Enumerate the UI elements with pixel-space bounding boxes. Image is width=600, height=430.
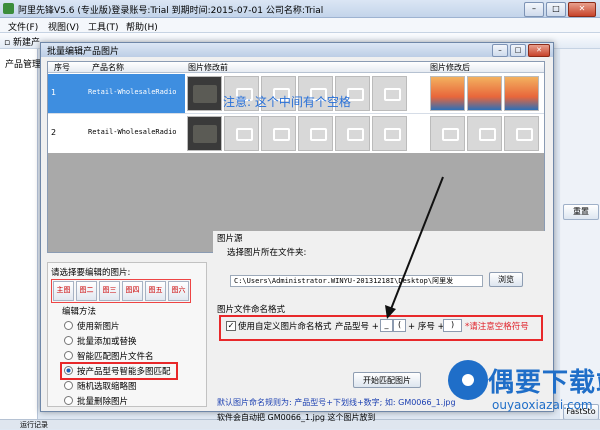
- placeholder-thumbnail[interactable]: [372, 76, 407, 111]
- placeholder-thumbnail[interactable]: [298, 116, 333, 151]
- custom-format-label: 使用自定义图片命名格式: [238, 322, 332, 332]
- app-icon: [3, 3, 14, 14]
- image-3-button[interactable]: 图三: [99, 281, 120, 301]
- image-select-panel: 请选择要编辑的图片: 主图 图二 图三 图四 图五 图六 编辑方法 使用新图片 …: [47, 262, 207, 407]
- highlight-box: [60, 362, 178, 380]
- col-name: 产品名称: [92, 63, 124, 72]
- main-image-button[interactable]: 主图: [53, 281, 74, 301]
- menu-file[interactable]: 文件(F): [8, 20, 38, 33]
- placeholder-thumbnail[interactable]: [224, 116, 259, 151]
- menu-tools[interactable]: 工具(T): [88, 20, 119, 33]
- menu-help[interactable]: 帮助(H): [126, 20, 158, 33]
- method-label: 编辑方法: [62, 307, 97, 317]
- open-paren-input[interactable]: (: [393, 319, 406, 332]
- photo-thumbnail[interactable]: [504, 76, 539, 111]
- select-title: 请选择要编辑的图片:: [51, 268, 131, 278]
- placeholder-thumbnail[interactable]: [335, 116, 370, 151]
- product-manage-label: 产品管理: [5, 60, 42, 70]
- menu-view[interactable]: 视图(V): [48, 20, 79, 33]
- start-match-button[interactable]: 开始匹配图片: [353, 372, 421, 388]
- placeholder-thumbnail[interactable]: [430, 116, 465, 151]
- space-note: 注意: 这个中间有个空格: [223, 95, 351, 109]
- new-product-label: 新建产: [12, 38, 40, 48]
- radio-thumbnail[interactable]: [187, 116, 222, 151]
- radio-icon: [64, 381, 73, 390]
- method-new-image[interactable]: 使用新图片: [64, 320, 120, 332]
- watermark-logo-icon: [448, 360, 488, 400]
- menu-bar: 文件(F) 视图(V) 工具(T) 帮助(H): [0, 18, 600, 33]
- close-paren-input[interactable]: ): [443, 319, 462, 332]
- method-batch-add[interactable]: 批量添加或替换: [64, 335, 137, 347]
- close-button[interactable]: ✕: [568, 2, 596, 17]
- watermark-title: 偶要下载站: [488, 368, 600, 398]
- col-num: 序号: [54, 63, 70, 72]
- watermark-url: ouyaoxiazai.com: [492, 398, 593, 412]
- folder-label: 选择图片所在文件夹:: [227, 248, 307, 258]
- placeholder-thumbnail[interactable]: [467, 116, 502, 151]
- dialog-title: 批量编辑产品图片: [47, 47, 120, 57]
- image-2-button[interactable]: 图二: [76, 281, 97, 301]
- model-label: 产品型号 +: [335, 322, 379, 332]
- row-num: 2: [51, 128, 57, 137]
- grid-header: 序号 产品名称 图片修改前 图片修改后: [48, 62, 544, 73]
- dialog-title-bar: 批量编辑产品图片 – □ ✕: [41, 43, 553, 57]
- placeholder-thumbnail[interactable]: [261, 116, 296, 151]
- separator-input[interactable]: _: [380, 319, 393, 332]
- table-row[interactable]: 2 Retail-WholesaleRadio: [48, 114, 544, 154]
- app-title: 阿里先锋V5.6 (专业版)登录账号:Trial 到期时间:2015-07-01…: [18, 6, 324, 16]
- watermark: 偶要下载站 ouyaoxiazai.com: [448, 358, 600, 429]
- seq-label: + 序号 +: [408, 322, 445, 332]
- radio-icon: [64, 396, 73, 405]
- radio-thumbnail[interactable]: [187, 76, 222, 111]
- source-title: 图片源: [217, 234, 243, 244]
- new-product-button[interactable]: ▫ 新建产: [4, 35, 40, 48]
- product-image-grid: 序号 产品名称 图片修改前 图片修改后 1 Retail-WholesaleRa…: [47, 61, 545, 253]
- image-4-button[interactable]: 图四: [122, 281, 143, 301]
- image-5-button[interactable]: 图五: [145, 281, 166, 301]
- image-6-button[interactable]: 图六: [168, 281, 189, 301]
- dialog-maximize-button[interactable]: □: [510, 44, 526, 57]
- radio-icon: [64, 351, 73, 360]
- folder-path-text: C:\Users\Administrator.WINYU-20131218I\D…: [234, 277, 454, 285]
- row-num: 1: [51, 88, 57, 97]
- placeholder-thumbnail[interactable]: [504, 116, 539, 151]
- reset-button[interactable]: 重置: [563, 204, 599, 220]
- auto-place-text: 软件会自动把 GM0066_1.jpg 这个图片放到: [217, 413, 376, 422]
- product-tree-panel: 产品管理: [0, 49, 42, 429]
- radio-icon: [64, 336, 73, 345]
- row-name: Retail-WholesaleRadio: [88, 88, 177, 96]
- row-name: Retail-WholesaleRadio: [88, 128, 177, 136]
- method-batch-delete[interactable]: 批量删除图片: [64, 395, 128, 407]
- col-before: 图片修改前: [188, 63, 228, 72]
- folder-path-input[interactable]: C:\Users\Administrator.WINYU-20131218I\D…: [230, 275, 483, 287]
- image-slot-group: 主图 图二 图三 图四 图五 图六: [51, 279, 191, 303]
- default-rule-text: 默认图片命名规则为: 产品型号+下划线+数字; 如: GM0066_1.jpg: [217, 398, 456, 407]
- main-title-bar: 阿里先锋V5.6 (专业版)登录账号:Trial 到期时间:2015-07-01…: [0, 0, 600, 18]
- method-match-filename[interactable]: 智能匹配图片文件名: [64, 350, 154, 362]
- space-warning: *请注意空格符号: [465, 322, 529, 332]
- method-random-thumbnail[interactable]: 随机选取缩略图: [64, 380, 137, 392]
- naming-title: 图片文件命名格式: [217, 305, 286, 315]
- radio-icon: [64, 321, 73, 330]
- dialog-minimize-button[interactable]: –: [492, 44, 508, 57]
- custom-format-checkbox[interactable]: ✓: [226, 321, 236, 331]
- placeholder-thumbnail[interactable]: [372, 116, 407, 151]
- maximize-button[interactable]: □: [546, 2, 566, 17]
- batch-edit-dialog: 批量编辑产品图片 – □ ✕ 序号 产品名称 图片修改前 图片修改后 1 Ret…: [40, 42, 554, 422]
- col-after: 图片修改后: [430, 63, 470, 72]
- photo-thumbnail[interactable]: [430, 76, 465, 111]
- minimize-button[interactable]: –: [524, 2, 544, 17]
- dialog-close-button[interactable]: ✕: [528, 44, 550, 57]
- browse-button[interactable]: 浏览: [489, 272, 523, 287]
- photo-thumbnail[interactable]: [467, 76, 502, 111]
